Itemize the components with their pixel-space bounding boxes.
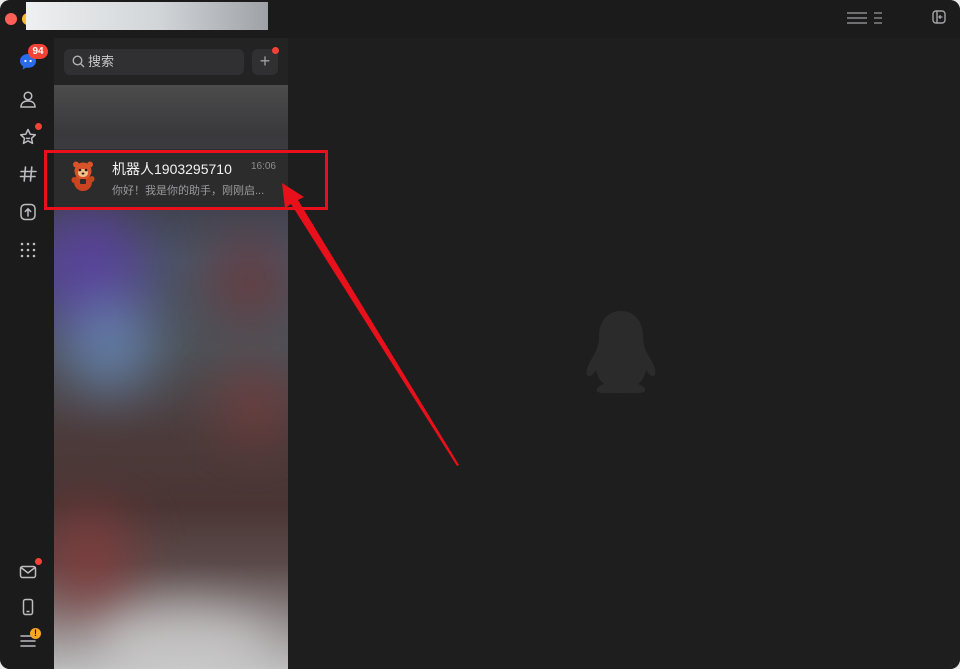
phone-icon[interactable] [16,595,40,619]
mail-notification-dot [35,558,42,565]
annotation-highlight-box [44,150,328,210]
search-input[interactable]: 搜索 [64,49,244,75]
contacts-icon[interactable] [16,87,40,111]
favorites-notification-dot [35,123,42,130]
sidebar-toggle-icon[interactable] [932,10,946,28]
conversation-area [288,38,960,669]
close-window-button[interactable] [5,13,17,25]
apps-grid-icon[interactable] [16,238,40,262]
chat-list-panel: 搜索 + 机器人1903295710 16:06 你好！我是你的助手，刚刚启..… [54,38,288,669]
channels-icon[interactable] [16,162,40,186]
app-window: 94 ! 搜索 + 机器人1903295710 16:06 你好！我是你的助手，… [0,0,960,669]
menu-lines-icon[interactable] [846,10,886,30]
add-notification-dot [272,47,279,54]
blurred-title-region [26,2,268,30]
penguin-logo-icon [585,309,657,400]
search-icon [72,55,85,73]
unread-badge: 94 [28,44,48,59]
nav-sidebar: 94 ! [0,38,54,669]
upload-icon[interactable] [16,200,40,224]
search-placeholder: 搜索 [88,54,115,69]
title-bar [0,0,960,38]
settings-warning-badge: ! [30,628,41,639]
